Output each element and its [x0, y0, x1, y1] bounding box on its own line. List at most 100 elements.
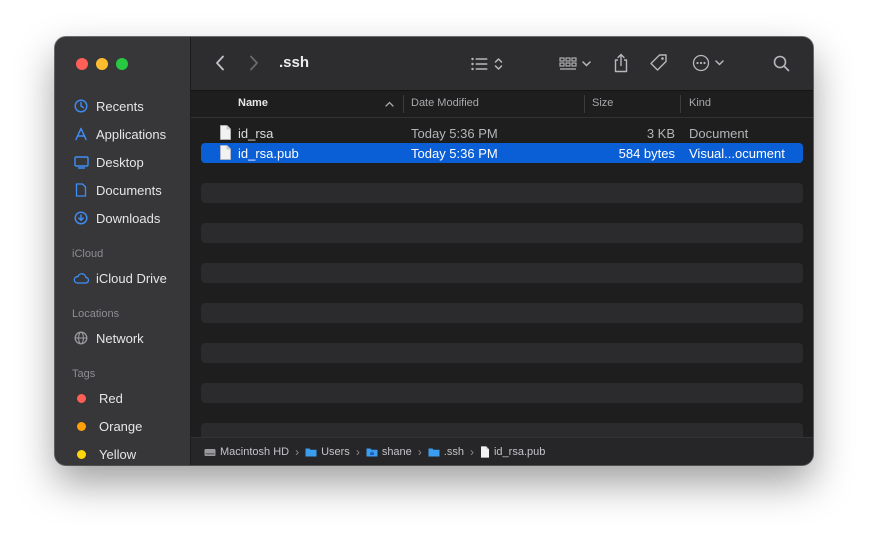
- column-size[interactable]: Size: [592, 97, 613, 109]
- path-separator: ›: [417, 444, 422, 459]
- sidebar-item-label: Downloads: [96, 210, 161, 226]
- sidebar-item-label: Applications: [96, 126, 167, 142]
- tag-color-dot: [77, 449, 86, 459]
- tag-icon: [650, 54, 667, 71]
- path-separator: ›: [295, 444, 300, 459]
- back-button[interactable]: [211, 53, 229, 73]
- file-name: id_rsa: [238, 126, 274, 141]
- finder-window: Recents Applications Desktop Documents D…: [55, 37, 813, 465]
- path-bar: Macintosh HD › Users › shane › .ssh › id…: [191, 437, 813, 465]
- share-button[interactable]: [611, 52, 631, 74]
- hard-drive-icon: [204, 448, 216, 456]
- column-kind[interactable]: Kind: [689, 97, 711, 109]
- column-date-modified[interactable]: Date Modified: [411, 97, 479, 109]
- sidebar-item-label: Recents: [96, 98, 144, 114]
- file-date: Today 5:36 PM: [411, 146, 498, 161]
- forward-button[interactable]: [245, 53, 263, 73]
- path-item-label: id_rsa.pub: [493, 445, 546, 458]
- share-icon: [614, 53, 628, 73]
- file-size: 3 KB: [646, 126, 675, 141]
- sidebar-item-label: Orange: [99, 418, 143, 434]
- zoom-window-button[interactable]: [116, 58, 128, 70]
- download-icon: [73, 210, 89, 226]
- sidebar-section-locations: Locations: [72, 308, 120, 320]
- file-kind: Document: [689, 126, 749, 141]
- path-item-label: .ssh: [443, 445, 464, 458]
- chevron-updown-icon: [494, 58, 503, 70]
- empty-row-stripe: [201, 303, 803, 323]
- sidebar-item-label: Desktop: [96, 154, 144, 170]
- chevron-down-icon: [715, 60, 724, 66]
- chevron-left-icon: [216, 55, 224, 71]
- file-name: id_rsa.pub: [238, 146, 299, 161]
- sidebar-item-label: Red: [99, 390, 123, 406]
- empty-row-stripe: [201, 383, 803, 403]
- sidebar-section-tags: Tags: [72, 368, 96, 380]
- file-size: 584 bytes: [618, 146, 675, 161]
- sidebar-item-applications[interactable]: Applications: [55, 122, 190, 146]
- sidebar-tag-orange[interactable]: Orange: [55, 414, 190, 438]
- sidebar-item-label: Network: [96, 330, 144, 346]
- search-icon: [773, 55, 789, 71]
- empty-row-stripe: [201, 183, 803, 203]
- sidebar-item-label: iCloud Drive: [96, 270, 167, 286]
- path-item-macintosh-hd[interactable]: Macintosh HD: [204, 446, 289, 458]
- chevron-down-icon: [582, 61, 591, 67]
- sidebar-item-downloads[interactable]: Downloads: [55, 206, 190, 230]
- file-row-id-rsa-pub[interactable]: id_rsa.pub Today 5:36 PM 584 bytes Visua…: [201, 143, 803, 163]
- empty-row-stripe: [201, 223, 803, 243]
- sidebar-item-documents[interactable]: Documents: [55, 178, 190, 202]
- document-icon: [73, 182, 89, 198]
- sidebar-section-icloud: iCloud: [72, 248, 104, 260]
- path-item-ssh[interactable]: .ssh: [428, 446, 464, 458]
- column-header: Name Date Modified Size Kind: [191, 91, 813, 118]
- empty-row-stripe: [201, 343, 803, 363]
- minimize-window-button[interactable]: [96, 58, 108, 70]
- file-row-id-rsa[interactable]: id_rsa Today 5:36 PM 3 KB Document: [201, 123, 803, 143]
- desktop-icon: [73, 154, 89, 170]
- tag-color-dot: [77, 393, 86, 403]
- sidebar-item-label: Documents: [96, 182, 162, 198]
- column-divider[interactable]: [584, 95, 585, 113]
- sidebar-item-network[interactable]: Network: [55, 326, 190, 350]
- applications-icon: [73, 126, 89, 142]
- empty-row-stripe: [201, 263, 803, 283]
- path-item-users[interactable]: Users: [305, 446, 350, 458]
- grid-icon: [559, 57, 577, 70]
- path-item-label: Macintosh HD: [220, 445, 290, 458]
- search-button[interactable]: [771, 53, 791, 73]
- path-item-label: Users: [321, 445, 350, 458]
- sort-ascending-icon: [385, 101, 394, 107]
- path-separator: ›: [355, 444, 360, 459]
- close-window-button[interactable]: [76, 58, 88, 70]
- file-date: Today 5:36 PM: [411, 126, 498, 141]
- column-divider[interactable]: [680, 95, 681, 113]
- action-menu-button[interactable]: [689, 53, 727, 73]
- file-kind: Visual...ocument: [689, 146, 785, 161]
- main-area: .ssh Name Date Modified Size Kind id_rsa…: [191, 37, 813, 465]
- group-button[interactable]: [556, 54, 594, 74]
- column-divider[interactable]: [403, 95, 404, 113]
- sidebar: Recents Applications Desktop Documents D…: [55, 37, 191, 465]
- sidebar-item-label: Yellow: [99, 446, 137, 462]
- path-separator: ›: [469, 444, 474, 459]
- tags-button[interactable]: [647, 52, 671, 74]
- path-item-id-rsa-pub[interactable]: id_rsa.pub: [480, 446, 545, 458]
- toolbar: .ssh: [191, 37, 813, 91]
- folder-icon: [305, 448, 317, 456]
- tag-color-dot: [77, 421, 86, 431]
- column-name[interactable]: Name: [238, 97, 268, 109]
- view-options-button[interactable]: [467, 54, 507, 74]
- path-item-shane[interactable]: shane: [366, 446, 412, 458]
- sidebar-tag-red[interactable]: Red: [55, 386, 190, 410]
- chevron-right-icon: [250, 55, 258, 71]
- file-icon: [220, 145, 231, 160]
- sidebar-item-recents[interactable]: Recents: [55, 94, 190, 118]
- sidebar-item-icloud-drive[interactable]: iCloud Drive: [55, 266, 190, 290]
- file-icon: [220, 125, 231, 140]
- folder-icon: [428, 448, 440, 456]
- sidebar-item-desktop[interactable]: Desktop: [55, 150, 190, 174]
- home-folder-icon: [366, 448, 378, 456]
- sidebar-tag-yellow[interactable]: Yellow: [55, 442, 190, 465]
- file-icon: [480, 445, 489, 458]
